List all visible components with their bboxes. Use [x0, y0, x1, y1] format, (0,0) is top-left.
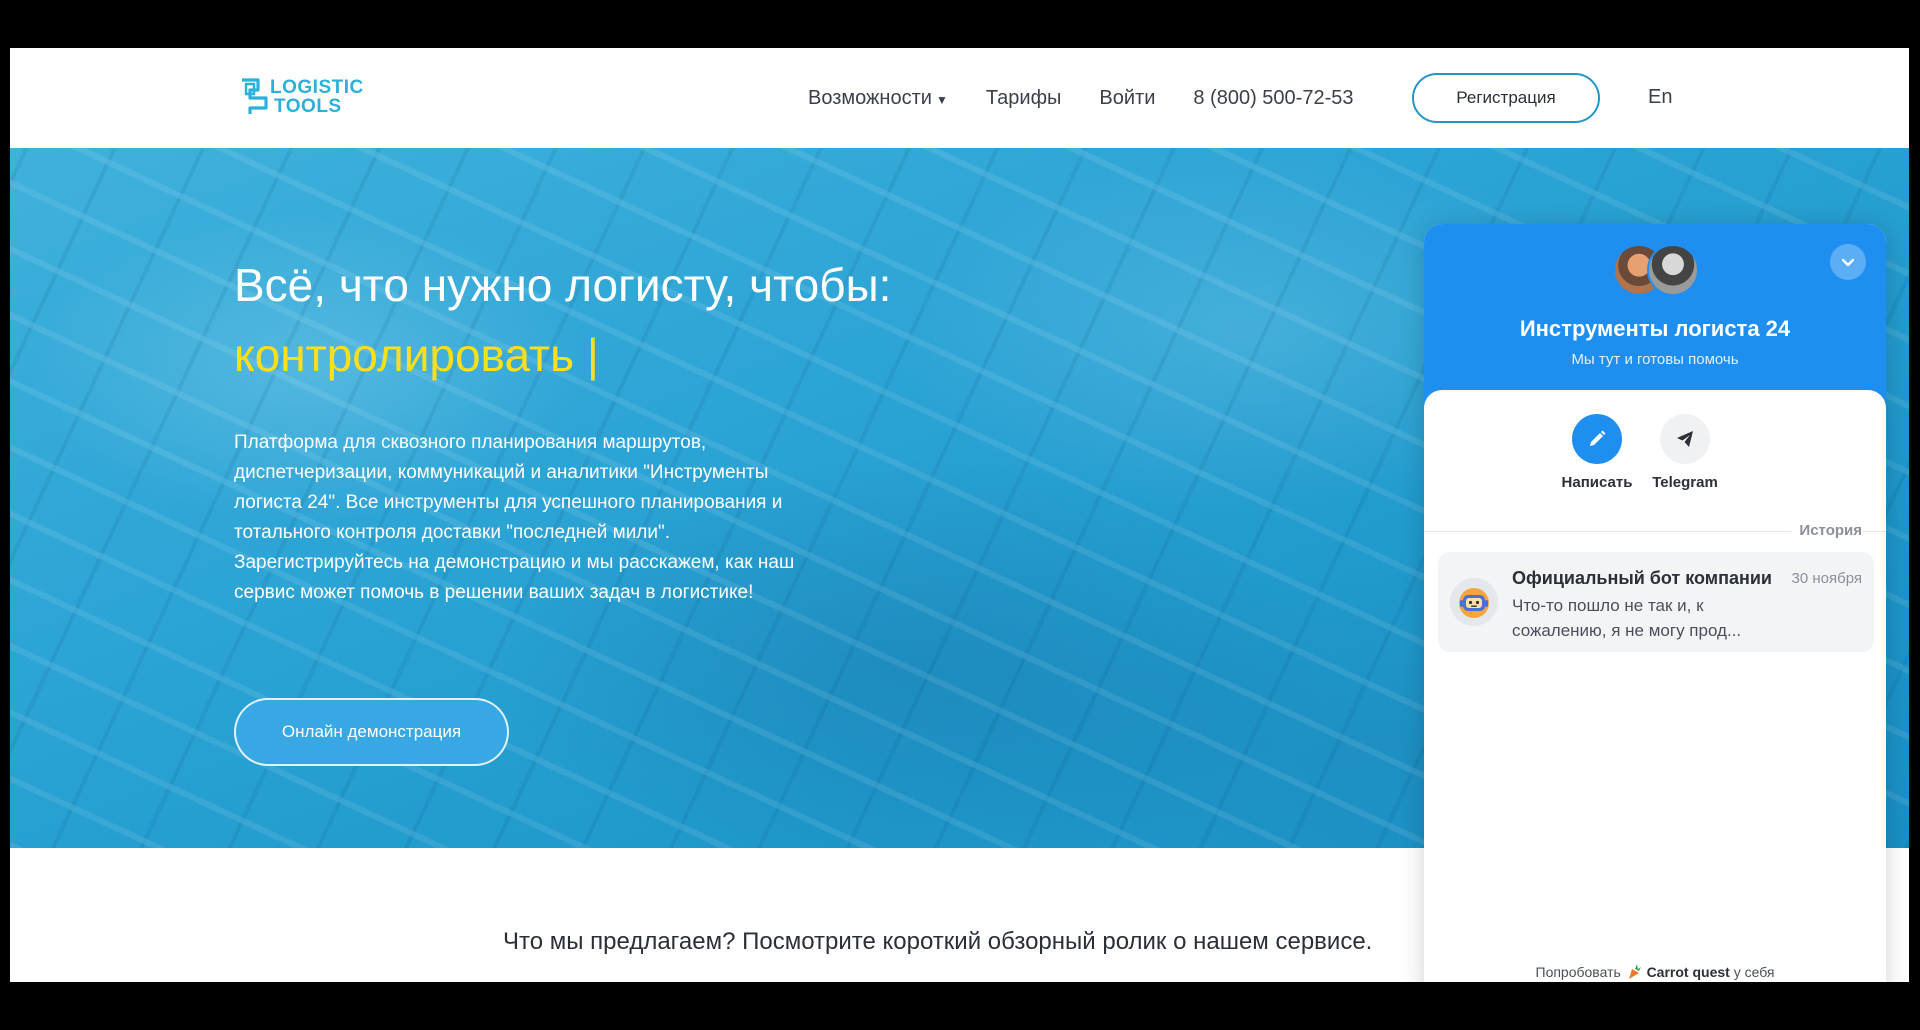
pencil-icon	[1590, 430, 1606, 446]
telegram-icon	[1677, 431, 1693, 447]
nav-pricing[interactable]: Тарифы	[986, 87, 1062, 110]
footer-prefix: Попробовать	[1535, 964, 1621, 980]
bot-avatar	[1450, 578, 1498, 626]
chat-widget: Инструменты логиста 24 Мы тут и готовы п…	[1424, 224, 1886, 982]
hero-rotating-text: контролировать |	[234, 329, 599, 381]
chat-title: Инструменты логиста 24	[1519, 316, 1791, 341]
language-switch[interactable]: En	[1648, 86, 1672, 109]
history-label: История	[1791, 522, 1862, 539]
chat-collapse-button[interactable]	[1830, 244, 1866, 280]
telegram-label: Telegram	[1652, 474, 1718, 491]
nav-features[interactable]: Возможности ▼	[808, 87, 948, 110]
chat-subtitle: Мы тут и готовы помочь	[1571, 351, 1739, 368]
logo-line2: TOOLS	[274, 96, 342, 117]
chat-footer[interactable]: Попробовать Carrot quest у себя	[1424, 964, 1886, 980]
logo[interactable]: LOGISTIC TOOLS	[238, 72, 378, 122]
footer-brand: Carrot quest	[1646, 964, 1730, 980]
conversation-date: 30 ноября	[1791, 570, 1863, 587]
bot-icon	[1459, 588, 1489, 618]
nav-features-label: Возможности	[808, 86, 932, 109]
operator-avatars	[1613, 244, 1703, 298]
logo-line1: LOGISTIC	[270, 77, 364, 98]
avatar	[1647, 244, 1699, 296]
telegram-circle	[1660, 414, 1710, 464]
site-header: LOGISTIC TOOLS Возможности ▼ Тарифы Войти…	[10, 48, 1909, 148]
chat-body: Написать Telegram История Официальный бо…	[1424, 390, 1886, 982]
online-demo-button[interactable]: Онлайн демонстрация	[234, 698, 509, 766]
logo-text: LOGISTIC TOOLS	[270, 78, 364, 116]
conversation-preview: Что-то пошло не так и, к сожалению, я не…	[1512, 596, 1742, 640]
footer-suffix: у себя	[1733, 964, 1775, 980]
chat-header: Инструменты логиста 24 Мы тут и готовы п…	[1424, 224, 1886, 414]
chevron-down-icon	[1841, 258, 1855, 267]
write-button[interactable]: Написать	[1551, 414, 1643, 491]
hero-title: Всё, что нужно логисту, чтобы:	[234, 259, 892, 311]
carrot-icon	[1628, 964, 1641, 979]
hero-description: Платформа для сквозного планирования мар…	[234, 432, 795, 603]
write-circle	[1572, 414, 1622, 464]
caret-down-icon: ▼	[935, 92, 948, 107]
nav-login[interactable]: Войти	[1099, 87, 1155, 110]
telegram-button[interactable]: Telegram	[1639, 414, 1731, 491]
write-label: Написать	[1561, 474, 1633, 491]
register-button[interactable]: Регистрация	[1412, 73, 1600, 123]
conversation-item[interactable]: Официальный бот компании 30 ноября Что-т…	[1438, 552, 1874, 652]
nav-phone[interactable]: 8 (800) 500-72-53	[1193, 87, 1353, 110]
conversation-name: Официальный бот компании	[1512, 568, 1772, 588]
page: LOGISTIC TOOLS Возможности ▼ Тарифы Войти…	[10, 48, 1909, 982]
main-nav: Возможности ▼ Тарифы Войти 8 (800) 500-72…	[808, 48, 1391, 148]
video-intro-text: Что мы предлагаем? Посмотрите короткий о…	[503, 928, 1373, 955]
